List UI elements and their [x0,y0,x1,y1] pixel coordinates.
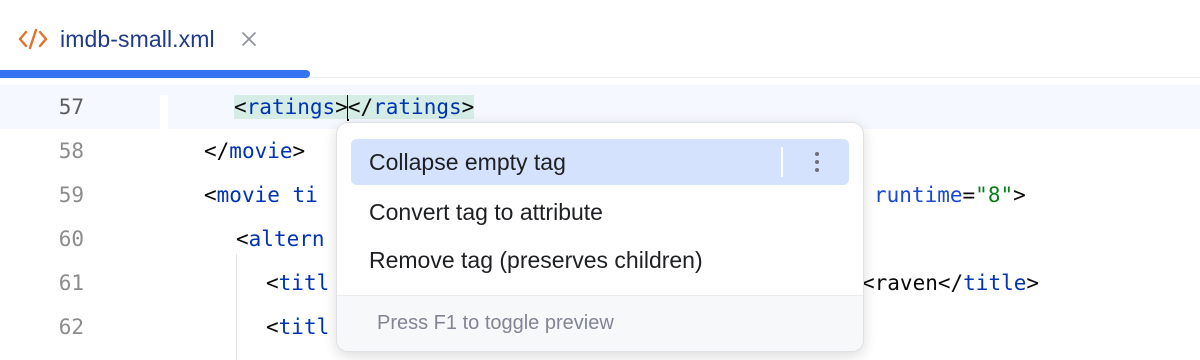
indent-guide [236,254,237,360]
code-token: > [1013,183,1026,207]
code-token: < [204,183,217,207]
active-tab-indicator [0,70,310,78]
code-token: < [234,95,247,119]
code-text-tail[interactable]: runtime="8"> [874,173,1026,217]
popup-item-label: Convert tag to attribute [369,198,603,225]
popup-item-label: Remove tag (preserves children) [369,246,703,273]
line-number[interactable]: 58 [0,129,84,173]
popup-item-label: Collapse empty tag [369,148,566,175]
code-token: movie [229,139,293,163]
code-text[interactable]: <altern [236,217,325,261]
code-token: < [266,271,279,295]
more-vertical-icon[interactable] [809,150,825,174]
tab-title: imdb-small.xml [60,25,215,52]
popup-item-convert-tag-to-attribute[interactable]: Convert tag to attribute [351,189,849,235]
code-token: < [266,315,279,339]
code-token: > [292,139,306,163]
code-token: ratings [373,95,462,119]
code-text[interactable]: <movie ti [204,173,318,217]
code-text[interactable]: <titl [266,261,329,305]
code-token: "8" [975,183,1014,207]
code-token: runtime [874,183,963,207]
code-token: = [962,183,976,207]
code-token: < [236,227,249,251]
editor-tab-bar: imdb-small.xml [0,0,1200,78]
code-text-tail[interactable]: <raven</title> [862,261,1039,305]
code-token: </ [347,95,374,119]
tab-imdb-small-xml[interactable]: imdb-small.xml [0,0,310,78]
code-token: altern [248,227,325,251]
code-token: ratings [246,95,336,119]
code-token: movie ti [216,183,318,207]
line-number[interactable]: 61 [0,261,84,305]
intention-actions-popup: Collapse empty tag Convert tag to attrib… [336,122,864,352]
popup-footer-hint: Press F1 to toggle preview [337,295,863,351]
code-token: titl [278,315,330,339]
popup-item-collapse-empty-tag[interactable]: Collapse empty tag [351,139,849,185]
popup-item-separator [781,147,783,177]
close-icon[interactable] [241,31,257,47]
code-token: </ [204,139,230,163]
code-text[interactable]: <titl [266,305,329,349]
line-number[interactable]: 57 [0,85,84,129]
code-token: titl [278,271,330,295]
code-token: > [461,95,475,119]
line-number[interactable]: 62 [0,305,84,349]
gutter-marker [160,95,168,129]
code-token: > [1026,271,1040,295]
code-text[interactable]: </movie> [204,129,305,173]
code-token: title [963,271,1027,295]
line-number[interactable]: 60 [0,217,84,261]
popup-item-remove-tag[interactable]: Remove tag (preserves children) [351,237,849,283]
xml-file-icon [18,28,48,50]
line-number[interactable]: 59 [0,173,84,217]
code-token: <raven</ [862,271,964,295]
